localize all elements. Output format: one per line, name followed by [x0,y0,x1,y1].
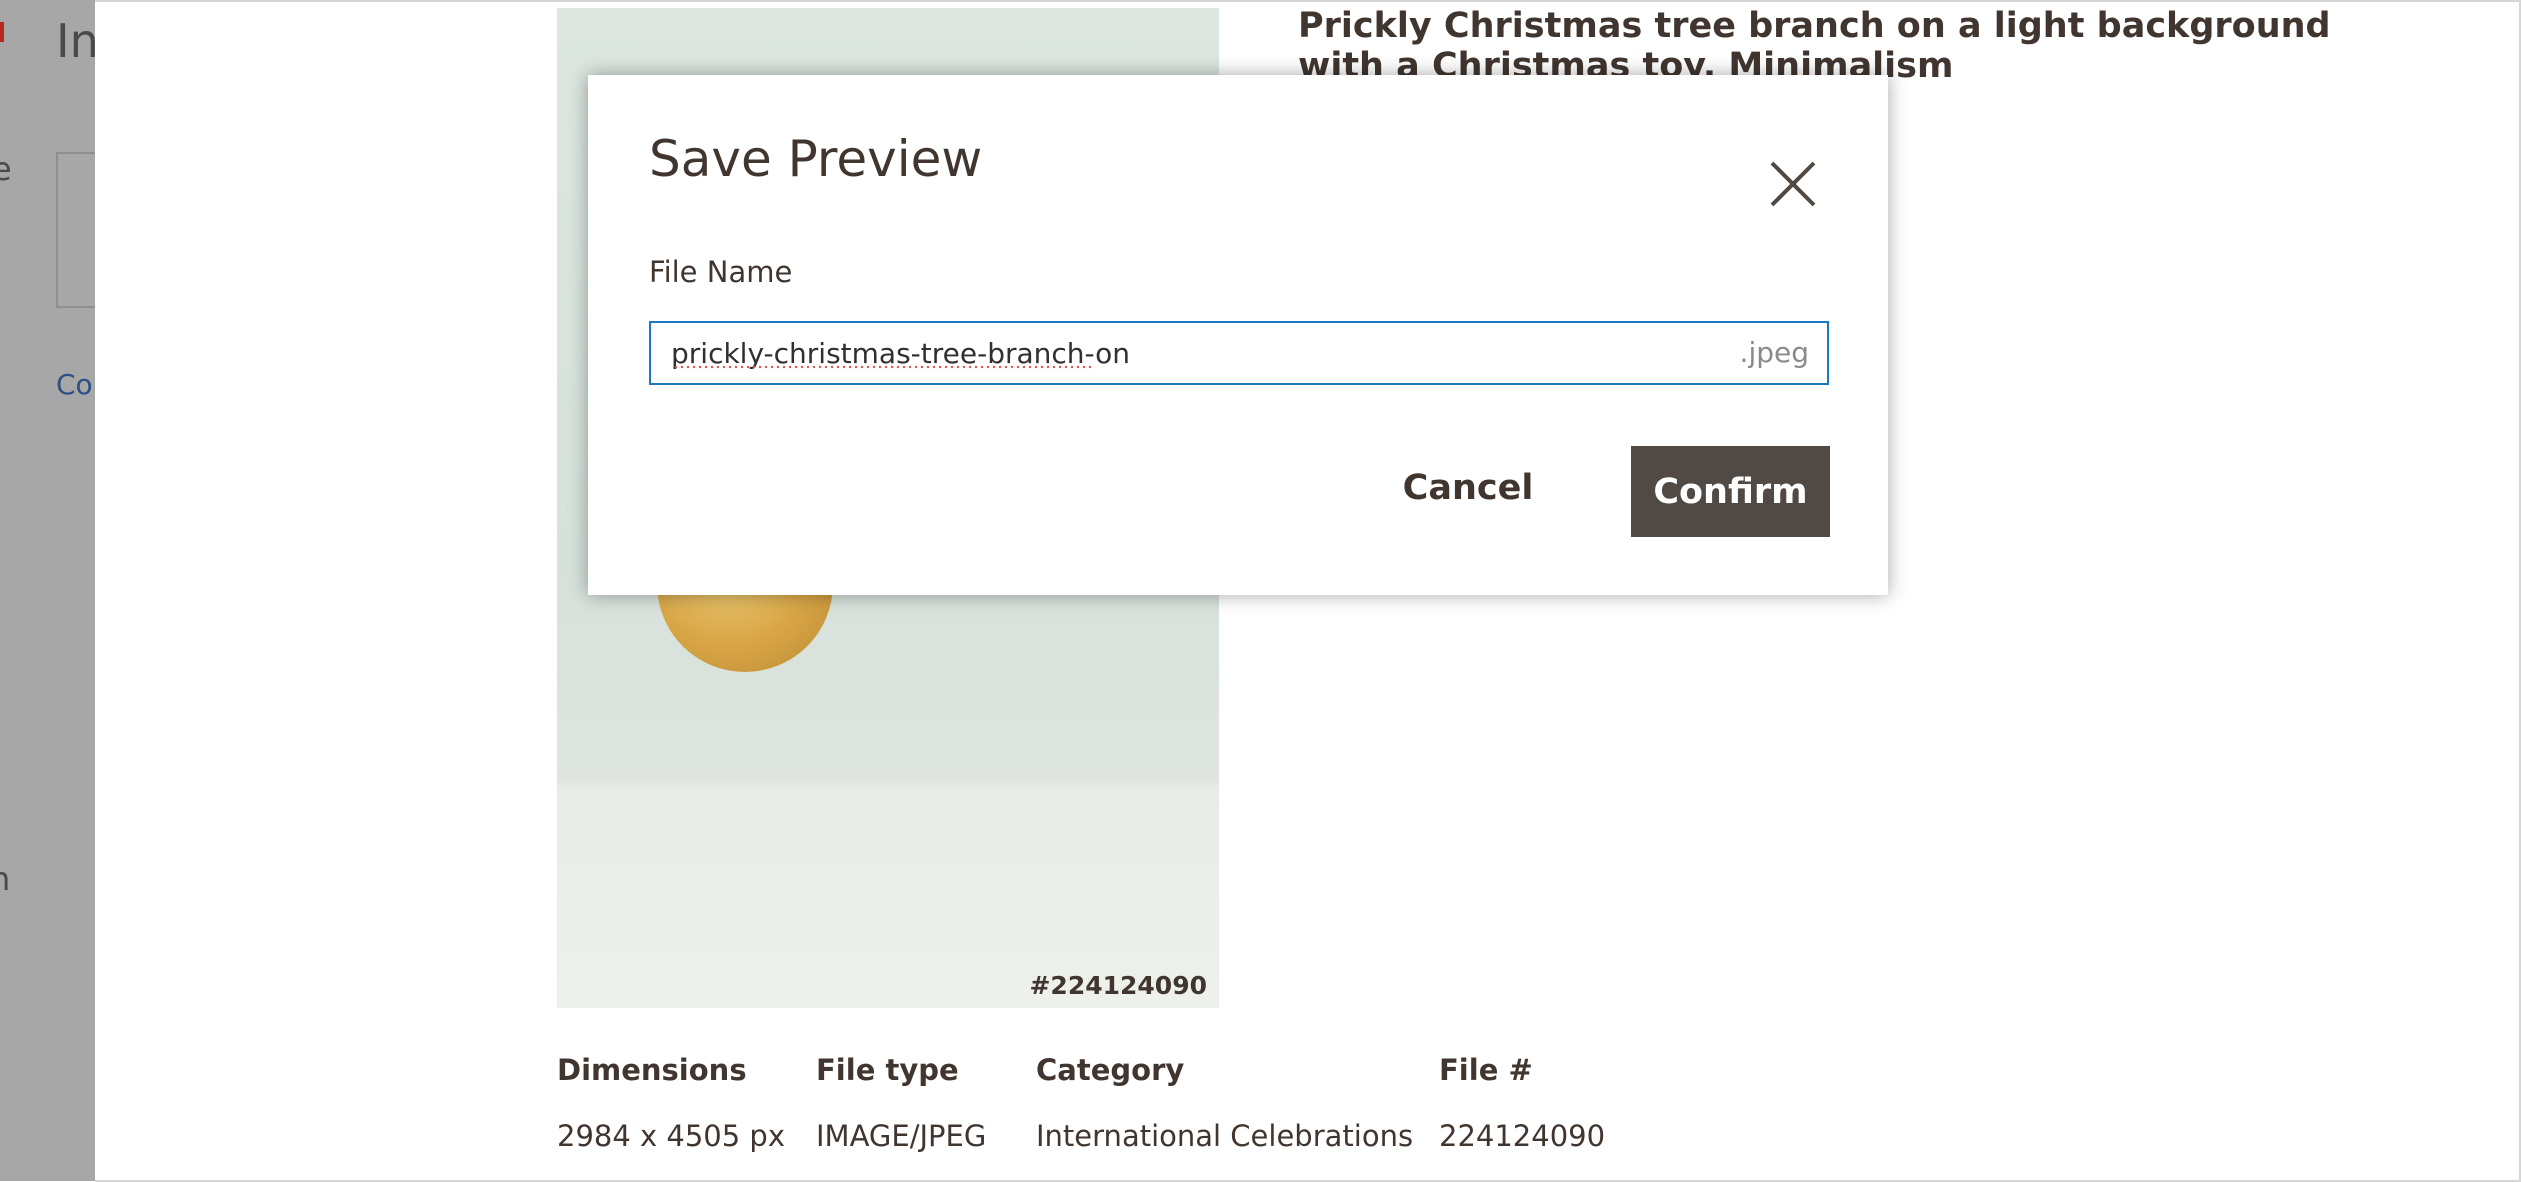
background-accent-mark [0,22,4,42]
cancel-button[interactable]: Cancel [1368,443,1568,533]
meta-column-file-number: File # 224124090 [1439,1050,1605,1156]
confirm-button[interactable]: Confirm [1631,446,1830,537]
file-name-input[interactable] [651,323,1711,383]
file-name-label: File Name [649,255,793,289]
meta-value: 224124090 [1439,1119,1606,1153]
background-admin-page: In e Co n [0,0,96,1181]
background-text-fragment: e [0,150,12,188]
meta-header: Category [1036,1053,1185,1087]
spellcheck-underline [673,365,1095,369]
save-preview-modal: Save Preview File Name .jpeg Cancel Conf… [588,75,1888,595]
file-extension-suffix: .jpeg [1739,336,1809,369]
background-panel [56,152,96,308]
background-text-fragment: n [0,860,11,898]
meta-value: International Celebrations [1036,1119,1414,1153]
meta-header: Dimensions [557,1053,747,1087]
meta-column-dimensions: Dimensions 2984 x 4505 px [557,1050,785,1156]
file-name-field: .jpeg [649,321,1829,385]
image-id-label: #224124090 [1029,971,1207,1000]
meta-header: File type [816,1053,959,1087]
meta-value: IMAGE/JPEG [816,1119,987,1153]
close-button[interactable] [1758,149,1818,209]
background-link: Co [56,368,93,401]
close-icon [1770,161,1816,207]
background-page-title: In [56,14,96,68]
meta-value: 2984 x 4505 px [557,1119,785,1153]
meta-header: File # [1439,1053,1533,1087]
meta-column-file-type: File type IMAGE/JPEG [816,1050,986,1156]
asset-title: Prickly Christmas tree branch on a light… [1298,6,2331,86]
modal-title: Save Preview [649,130,983,188]
meta-column-category: Category International Celebrations [1036,1050,1413,1156]
